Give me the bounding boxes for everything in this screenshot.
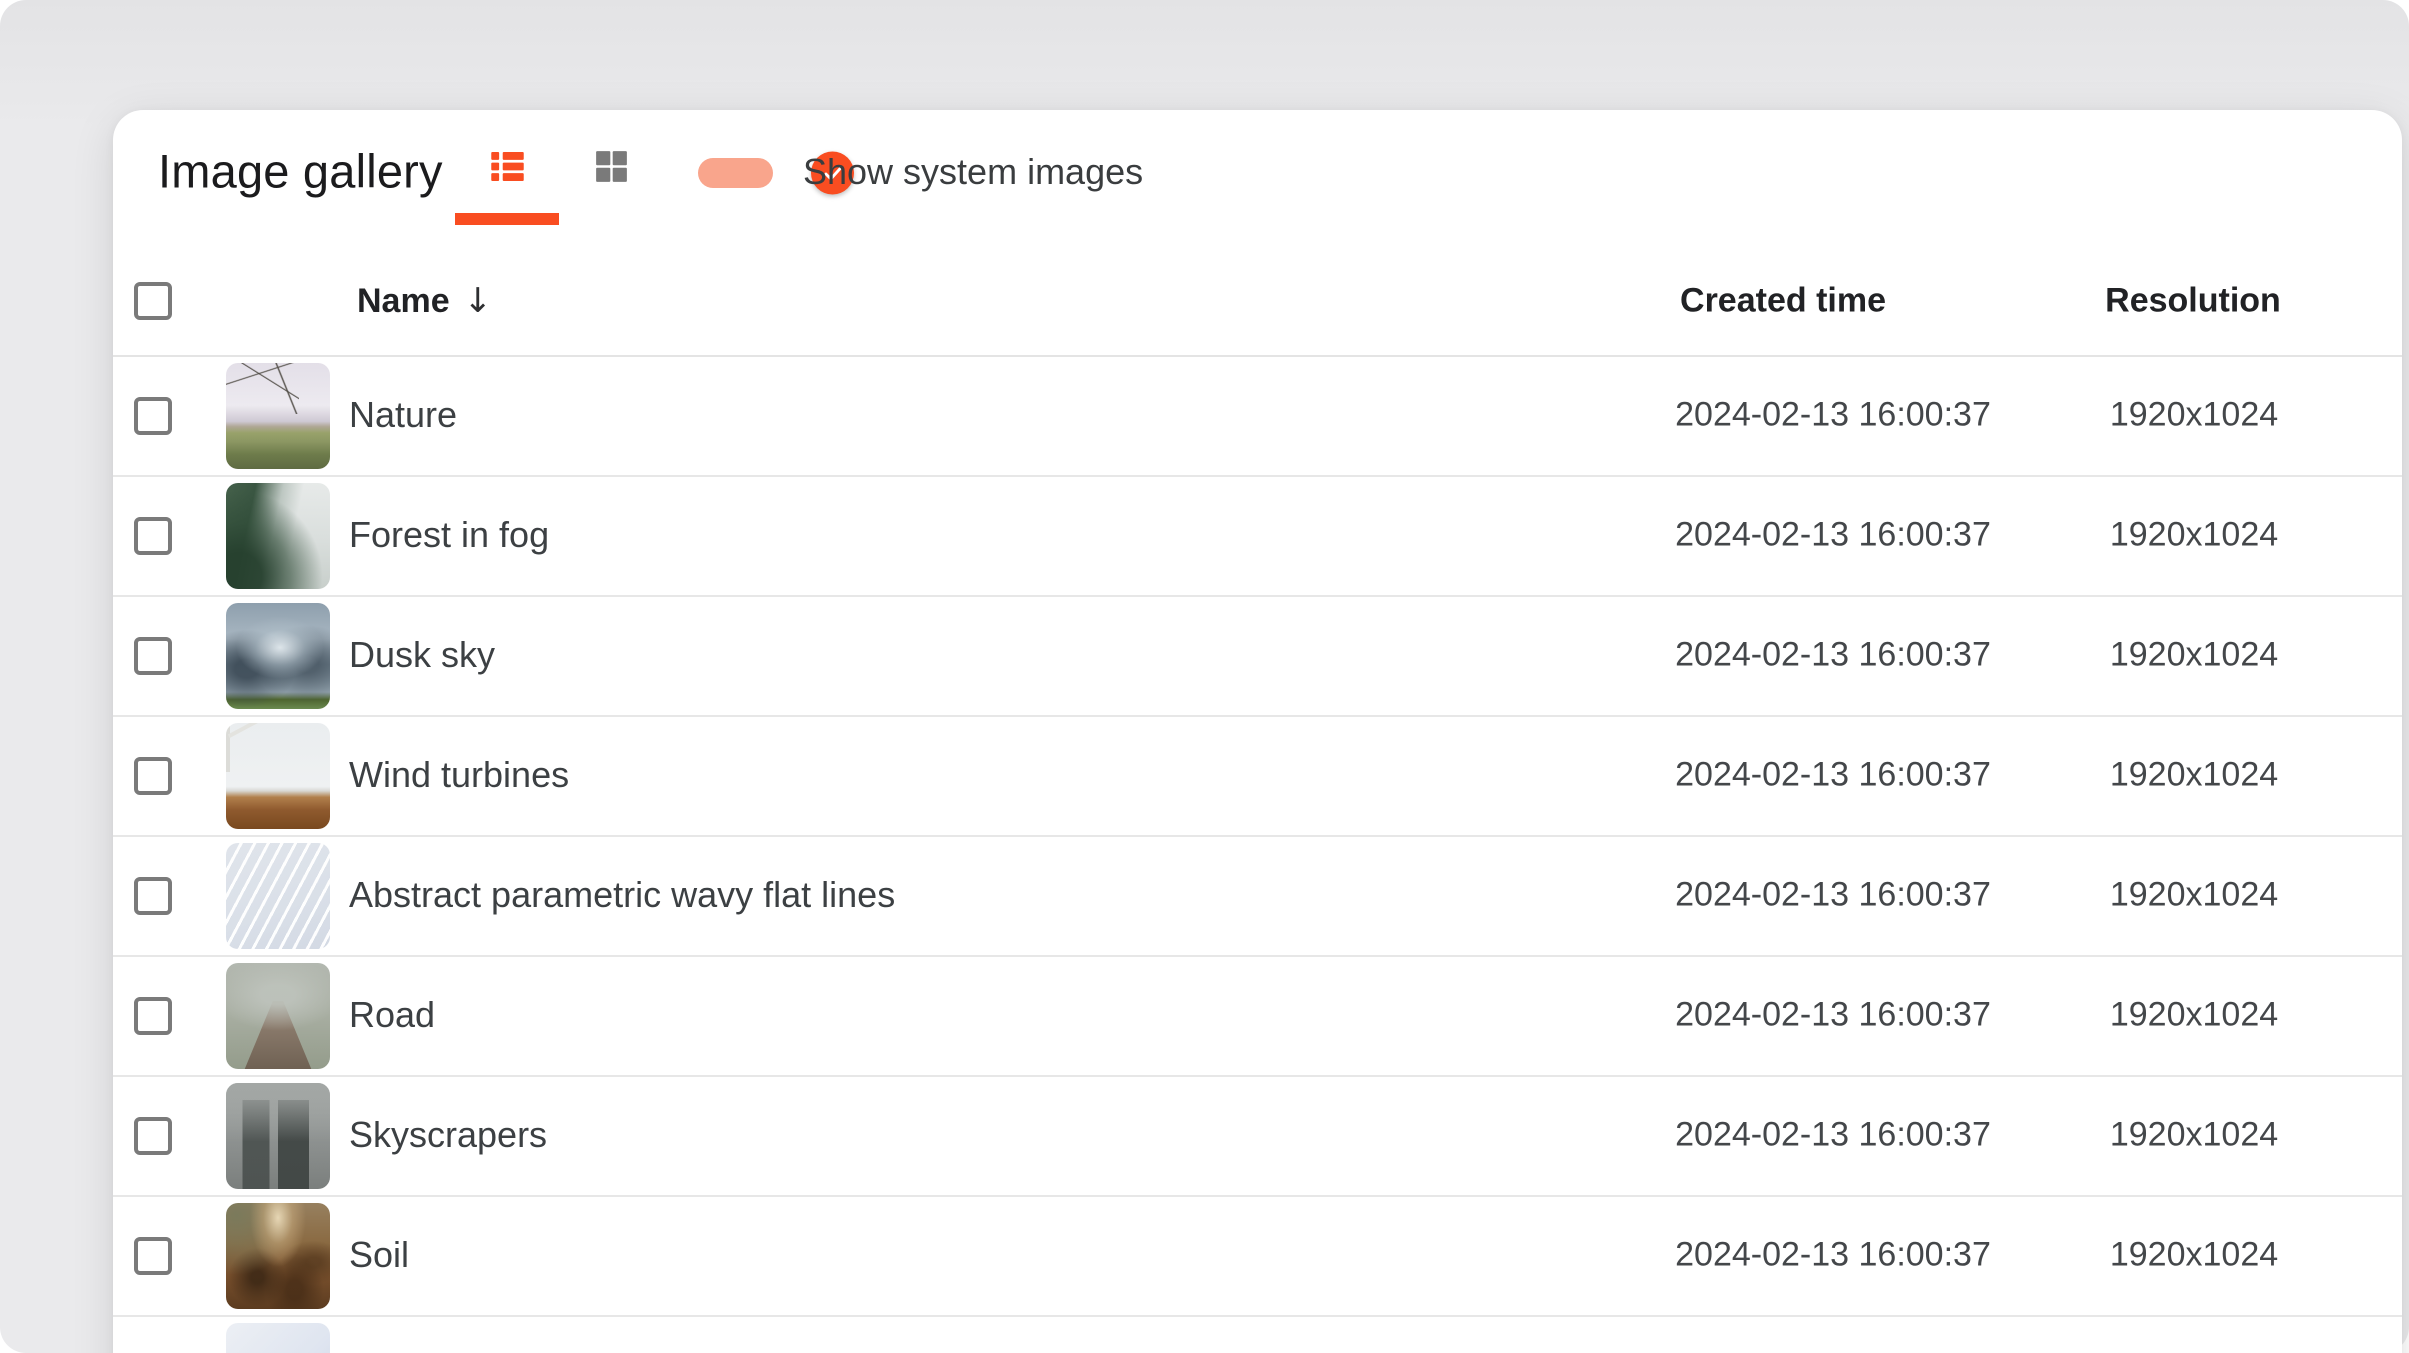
thumbnail-list (226, 1323, 330, 1353)
thumbnail-abstract-lines (226, 843, 330, 949)
table-row[interactable]: Nature 2024-02-13 16:00:37 1920x1024 (113, 357, 2402, 477)
row-checkbox[interactable] (134, 637, 172, 675)
sort-desc-icon: ↓ (464, 281, 493, 321)
row-name: Road (349, 994, 435, 1036)
row-name: Dusk sky (349, 634, 495, 676)
column-header-resolution[interactable]: Resolution (2105, 282, 2281, 321)
row-checkbox[interactable] (134, 397, 172, 435)
row-created-time: 2024-02-13 16:00:37 (1675, 516, 1991, 555)
thumbnail-skyscrapers (226, 1083, 330, 1189)
thumbnail-road (226, 963, 330, 1069)
row-name: Forest in fog (349, 514, 549, 556)
row-resolution: 1920x1024 (2110, 516, 2278, 555)
tab-list-view[interactable] (455, 110, 559, 225)
table-row[interactable]: List 2024-02-13 16:00:37 1920x1024 (113, 1317, 2402, 1353)
row-name: Soil (349, 1234, 409, 1276)
thumbnail-nature (226, 363, 330, 469)
column-header-created-time[interactable]: Created time (1680, 282, 1886, 321)
row-checkbox[interactable] (134, 1117, 172, 1155)
row-name: Abstract parametric wavy flat lines (349, 874, 895, 916)
table-row[interactable]: Skyscrapers 2024-02-13 16:00:37 1920x102… (113, 1077, 2402, 1197)
page-title: Image gallery (158, 143, 443, 198)
thumbnail-dusk-sky (226, 603, 330, 709)
thumbnail-forest-fog (226, 483, 330, 589)
row-name: Skyscrapers (349, 1114, 547, 1156)
grid-view-icon (591, 146, 632, 187)
image-gallery-screen: Image gallery (0, 0, 2409, 1353)
select-all-checkbox[interactable] (134, 282, 172, 320)
row-created-time: 2024-02-13 16:00:37 (1675, 756, 1991, 795)
row-resolution: 1920x1024 (2110, 396, 2278, 435)
table-row[interactable]: Soil 2024-02-13 16:00:37 1920x1024 (113, 1197, 2402, 1317)
row-created-time: 2024-02-13 16:00:37 (1675, 1236, 1991, 1275)
row-created-time: 2024-02-13 16:00:37 (1675, 396, 1991, 435)
row-name: Nature (349, 394, 457, 436)
table-header-row: Name ↓ Created time Resolution (113, 247, 2402, 357)
row-checkbox[interactable] (134, 997, 172, 1035)
table-row[interactable]: Wind turbines 2024-02-13 16:00:37 1920x1… (113, 717, 2402, 837)
row-checkbox[interactable] (134, 1237, 172, 1275)
table-body: Nature 2024-02-13 16:00:37 1920x1024 For… (113, 357, 2402, 1353)
row-checkbox[interactable] (134, 517, 172, 555)
tab-grid-view[interactable] (559, 110, 663, 225)
gallery-toolbar: Image gallery (113, 110, 2402, 247)
column-header-name[interactable]: Name ↓ (357, 281, 492, 321)
table-row[interactable]: Dusk sky 2024-02-13 16:00:37 1920x1024 (113, 597, 2402, 717)
row-created-time: 2024-02-13 16:00:37 (1675, 876, 1991, 915)
row-resolution: 1920x1024 (2110, 756, 2278, 795)
thumbnail-wind-turbines (226, 723, 330, 829)
thumbnail-soil (226, 1203, 330, 1309)
table-row[interactable]: Abstract parametric wavy flat lines 2024… (113, 837, 2402, 957)
row-resolution: 1920x1024 (2110, 1236, 2278, 1275)
row-name: Wind turbines (349, 754, 569, 796)
gallery-card: Image gallery (113, 110, 2402, 1353)
row-resolution: 1920x1024 (2110, 876, 2278, 915)
list-view-icon (487, 146, 528, 187)
table-row[interactable]: Forest in fog 2024-02-13 16:00:37 1920x1… (113, 477, 2402, 597)
row-resolution: 1920x1024 (2110, 1116, 2278, 1155)
toggle-label: Show system images (803, 151, 1143, 193)
row-created-time: 2024-02-13 16:00:37 (1675, 1116, 1991, 1155)
table-row[interactable]: Road 2024-02-13 16:00:37 1920x1024 (113, 957, 2402, 1077)
row-checkbox[interactable] (134, 877, 172, 915)
view-mode-tabs (455, 110, 663, 225)
row-created-time: 2024-02-13 16:00:37 (1675, 636, 1991, 675)
row-checkbox[interactable] (134, 757, 172, 795)
show-system-images-toggle[interactable] (698, 158, 773, 188)
row-created-time: 2024-02-13 16:00:37 (1675, 996, 1991, 1035)
row-resolution: 1920x1024 (2110, 996, 2278, 1035)
row-resolution: 1920x1024 (2110, 636, 2278, 675)
